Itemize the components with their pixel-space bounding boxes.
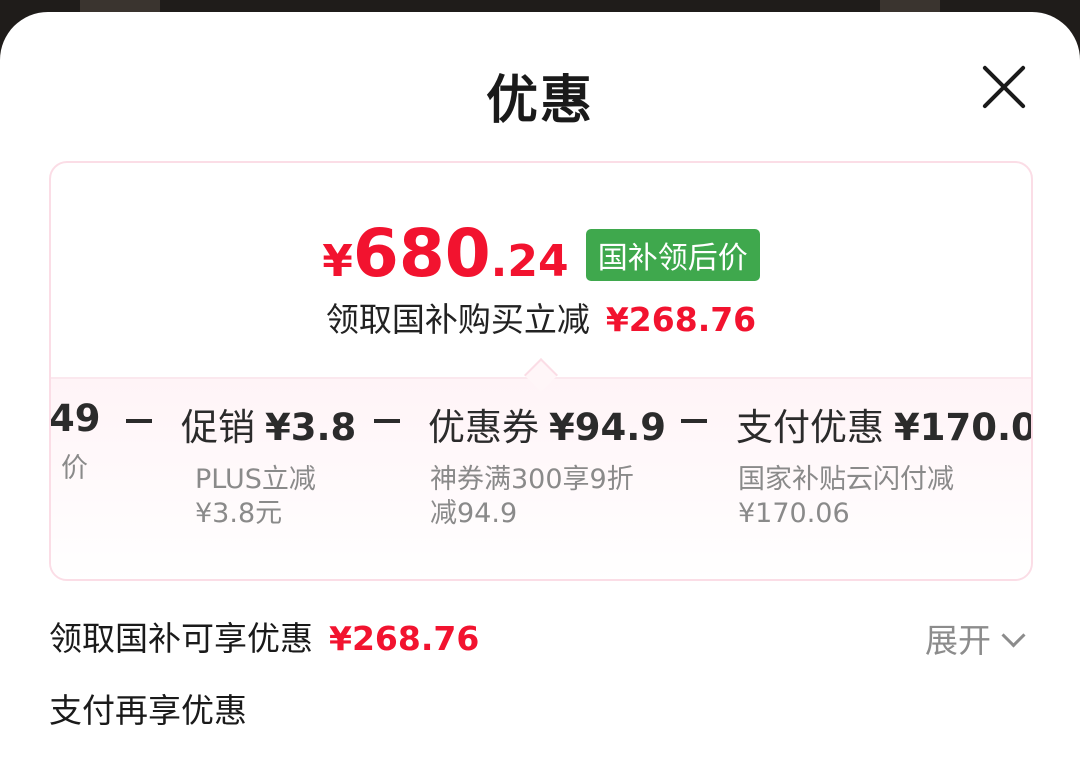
subsidy-badge: 国补领后价: [585, 229, 760, 281]
subsidy-summary-amount: ¥268.76: [605, 300, 757, 339]
subsidy-row-label: 领取国补可享优惠: [49, 619, 313, 658]
minus-sign: [126, 419, 152, 423]
expand-button[interactable]: 展开: [925, 614, 1026, 662]
breakdown-amount: ¥170.06: [894, 406, 1031, 449]
price-decimal: .24: [490, 236, 569, 287]
breakdown-label: 促销: [181, 406, 255, 449]
subsidy-summary-text: 领取国补购买立减: [325, 300, 590, 339]
minus-sign: [681, 419, 707, 423]
breakdown-note: ¥170.06: [738, 498, 850, 529]
breakdown-label: 优惠券: [428, 406, 539, 449]
final-price-row: ¥680.24 国补领后价: [51, 215, 1031, 292]
breakdown-amount: ¥3.8: [265, 406, 357, 449]
breakdown-item-coupon: 优惠券 ¥94.9 神券满300享9折 减94.9: [428, 397, 666, 531]
subsidy-summary: 领取国补购买立减 ¥268.76: [51, 293, 1031, 341]
breakdown-item-promotion: 促销 ¥3.8 PLUS立减 ¥3.8元: [181, 397, 356, 531]
final-price: ¥680.24: [322, 215, 568, 292]
discount-breakdown: 49 价 促销 ¥3.8 PLUS立减 ¥3.8元 优惠券 ¥94.9 神券满300享…: [49, 377, 1031, 579]
chevron-down-icon: [1001, 623, 1026, 648]
currency-symbol: ¥: [322, 236, 353, 287]
breakdown-amount: 49: [49, 397, 101, 440]
breakdown-item-base: 49 价: [49, 397, 101, 486]
sheet-title: 优惠: [485, 71, 594, 131]
breakdown-item-payment: 支付优惠¥170.06 国家补贴云闪付减¥170.06: [736, 397, 1031, 531]
expand-label: 展开: [925, 621, 991, 660]
subsidy-row-amount: ¥268.76: [329, 619, 480, 658]
breakdown-note: 国家补贴云闪付减: [738, 464, 954, 495]
payment-row-label: 支付再享优惠: [49, 691, 247, 730]
breakdown-note: 神券满300享9折: [430, 464, 634, 495]
price-card: ¥680.24 国补领后价 领取国补购买立减 ¥268.76 49 价 促销 ¥3.…: [49, 161, 1033, 581]
minus-sign: [374, 419, 400, 423]
breakdown-note: 减94.9: [430, 498, 518, 529]
breakdown-note: PLUS立减: [195, 464, 316, 495]
breakdown-label: 支付优惠: [736, 406, 884, 449]
breakdown-note: 价: [61, 453, 88, 484]
breakdown-amount: ¥94.9: [549, 406, 667, 449]
breakdown-note: ¥3.8元: [195, 498, 283, 529]
close-icon[interactable]: [972, 54, 1038, 120]
price-integer: 680: [352, 215, 491, 292]
subsidy-row: 领取国补可享优惠 ¥268.76: [49, 612, 479, 660]
